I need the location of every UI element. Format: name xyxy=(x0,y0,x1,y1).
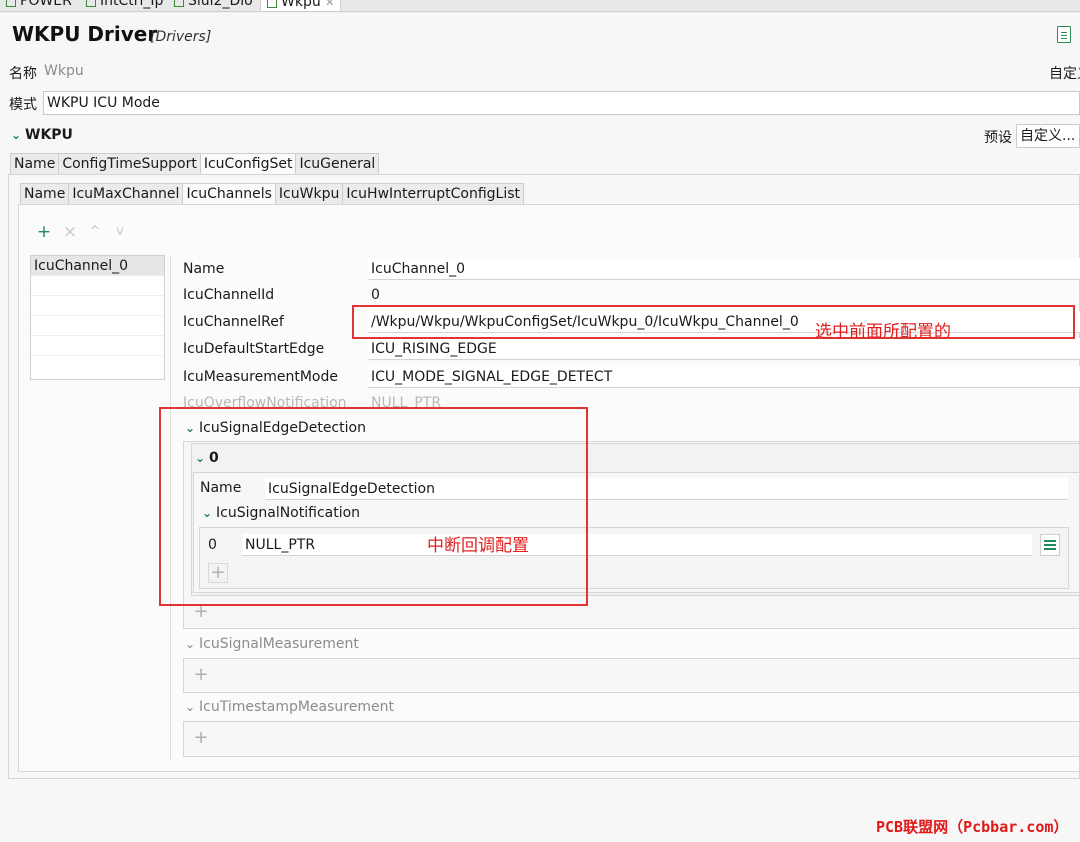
add-icon[interactable]: + xyxy=(34,222,54,242)
prop-name-label: Name xyxy=(183,261,225,277)
measurement-mode-dropdown[interactable]: ICU_MODE_SIGNAL_EDGE_DETECT xyxy=(368,366,1080,388)
annotation-box-ref xyxy=(352,305,1075,339)
page-title: WKPU Driver xyxy=(12,22,158,46)
tab-icuhwinterruptconfiglist[interactable]: IcuHwInterruptConfigList xyxy=(342,183,525,205)
chevron-down-icon: ⌄ xyxy=(185,700,196,714)
prop-ref-label: IcuChannelRef xyxy=(183,314,284,330)
list-empty-row xyxy=(31,296,164,316)
prop-edge-label: IcuDefaultStartEdge xyxy=(183,341,325,357)
list-empty-row xyxy=(31,316,164,336)
tab-icugeneral[interactable]: IcuGeneral xyxy=(295,153,380,175)
list-empty-row xyxy=(31,336,164,356)
tab-icuwkpu[interactable]: IcuWkpu xyxy=(274,183,343,205)
name-value: Wkpu xyxy=(44,63,84,79)
custom-label: 自定义 xyxy=(1049,66,1080,82)
wkpu-section-header[interactable]: ⌄ WKPU xyxy=(11,127,73,143)
page-subtitle: [Drivers] xyxy=(150,29,212,45)
annotation-box-callback xyxy=(159,407,588,606)
tab-configtimesupport[interactable]: ConfigTimeSupport xyxy=(58,153,200,175)
channel-list: IcuChannel_0 xyxy=(30,255,165,380)
tab-name[interactable]: Name xyxy=(10,153,59,175)
editor-tab-wkpu[interactable]: Wkpu ✕ xyxy=(260,0,342,11)
menu-icon[interactable] xyxy=(1040,534,1060,556)
default-start-edge-dropdown[interactable]: ICU_RISING_EDGE xyxy=(368,338,1080,360)
chevron-down-icon: ⌄ xyxy=(11,128,22,142)
tab-icuconfigset[interactable]: IcuConfigSet xyxy=(199,153,296,175)
editor-tab-intctrl[interactable]: IntCtrl_Ip xyxy=(86,0,163,11)
name-label: 名称 xyxy=(9,66,37,82)
move-up-icon[interactable]: ^ xyxy=(85,222,105,242)
close-icon[interactable]: ✕ xyxy=(325,0,334,9)
annotation-callback-note: 中断回调配置 xyxy=(427,536,529,556)
signal-measurement-header[interactable]: ⌄ IcuSignalMeasurement xyxy=(185,636,359,652)
mode-field[interactable]: WKPU ICU Mode xyxy=(43,91,1080,115)
timestamp-measurement-container xyxy=(183,721,1080,757)
inner-tab-bar: Name IcuMaxChannel IcuChannels IcuWkpu I… xyxy=(20,183,525,205)
timestamp-measurement-header[interactable]: ⌄ IcuTimestampMeasurement xyxy=(185,699,394,715)
mode-label: 模式 xyxy=(9,97,37,113)
add-measurement-button[interactable]: + xyxy=(191,666,211,686)
add-timestamp-button[interactable]: + xyxy=(191,729,211,749)
tab-icuchannels[interactable]: IcuChannels xyxy=(182,183,275,205)
annotation-ref-note: 选中前面所配置的 xyxy=(815,322,951,342)
move-down-icon[interactable]: v xyxy=(110,222,130,242)
preset-dropdown[interactable]: 自定义... xyxy=(1016,124,1080,148)
channel-id-value: 0 xyxy=(371,287,380,303)
channel-name-field[interactable]: IcuChannel_0 xyxy=(368,258,1080,280)
signal-measurement-container xyxy=(183,658,1080,693)
prop-id-label: IcuChannelId xyxy=(183,287,275,303)
file-icon xyxy=(86,0,96,7)
watermark: PCB联盟网（Pcbbar.com） xyxy=(876,818,1069,836)
editor-tab-power[interactable]: POWER xyxy=(6,0,72,11)
file-icon xyxy=(6,0,16,7)
add-edge-item-button[interactable]: + xyxy=(191,603,211,623)
tab-inner-name[interactable]: Name xyxy=(20,183,69,205)
prop-mode-label: IcuMeasurementMode xyxy=(183,369,338,385)
file-icon xyxy=(174,0,184,7)
editor-tab-siul2-dio[interactable]: Siul2_Dio xyxy=(174,0,253,11)
outer-tab-bar: Name ConfigTimeSupport IcuConfigSet IcuG… xyxy=(10,153,380,175)
file-icon xyxy=(267,0,277,8)
document-icon[interactable] xyxy=(1057,26,1071,43)
list-item[interactable]: IcuChannel_0 xyxy=(31,256,164,276)
remove-icon[interactable]: × xyxy=(60,222,80,242)
editor-tab-strip: POWER IntCtrl_Ip Siul2_Dio Wkpu ✕ xyxy=(0,0,1080,12)
chevron-down-icon: ⌄ xyxy=(185,637,196,651)
preset-label: 预设 xyxy=(984,130,1012,146)
tab-icumaxchannel[interactable]: IcuMaxChannel xyxy=(68,183,183,205)
list-empty-row xyxy=(31,276,164,296)
